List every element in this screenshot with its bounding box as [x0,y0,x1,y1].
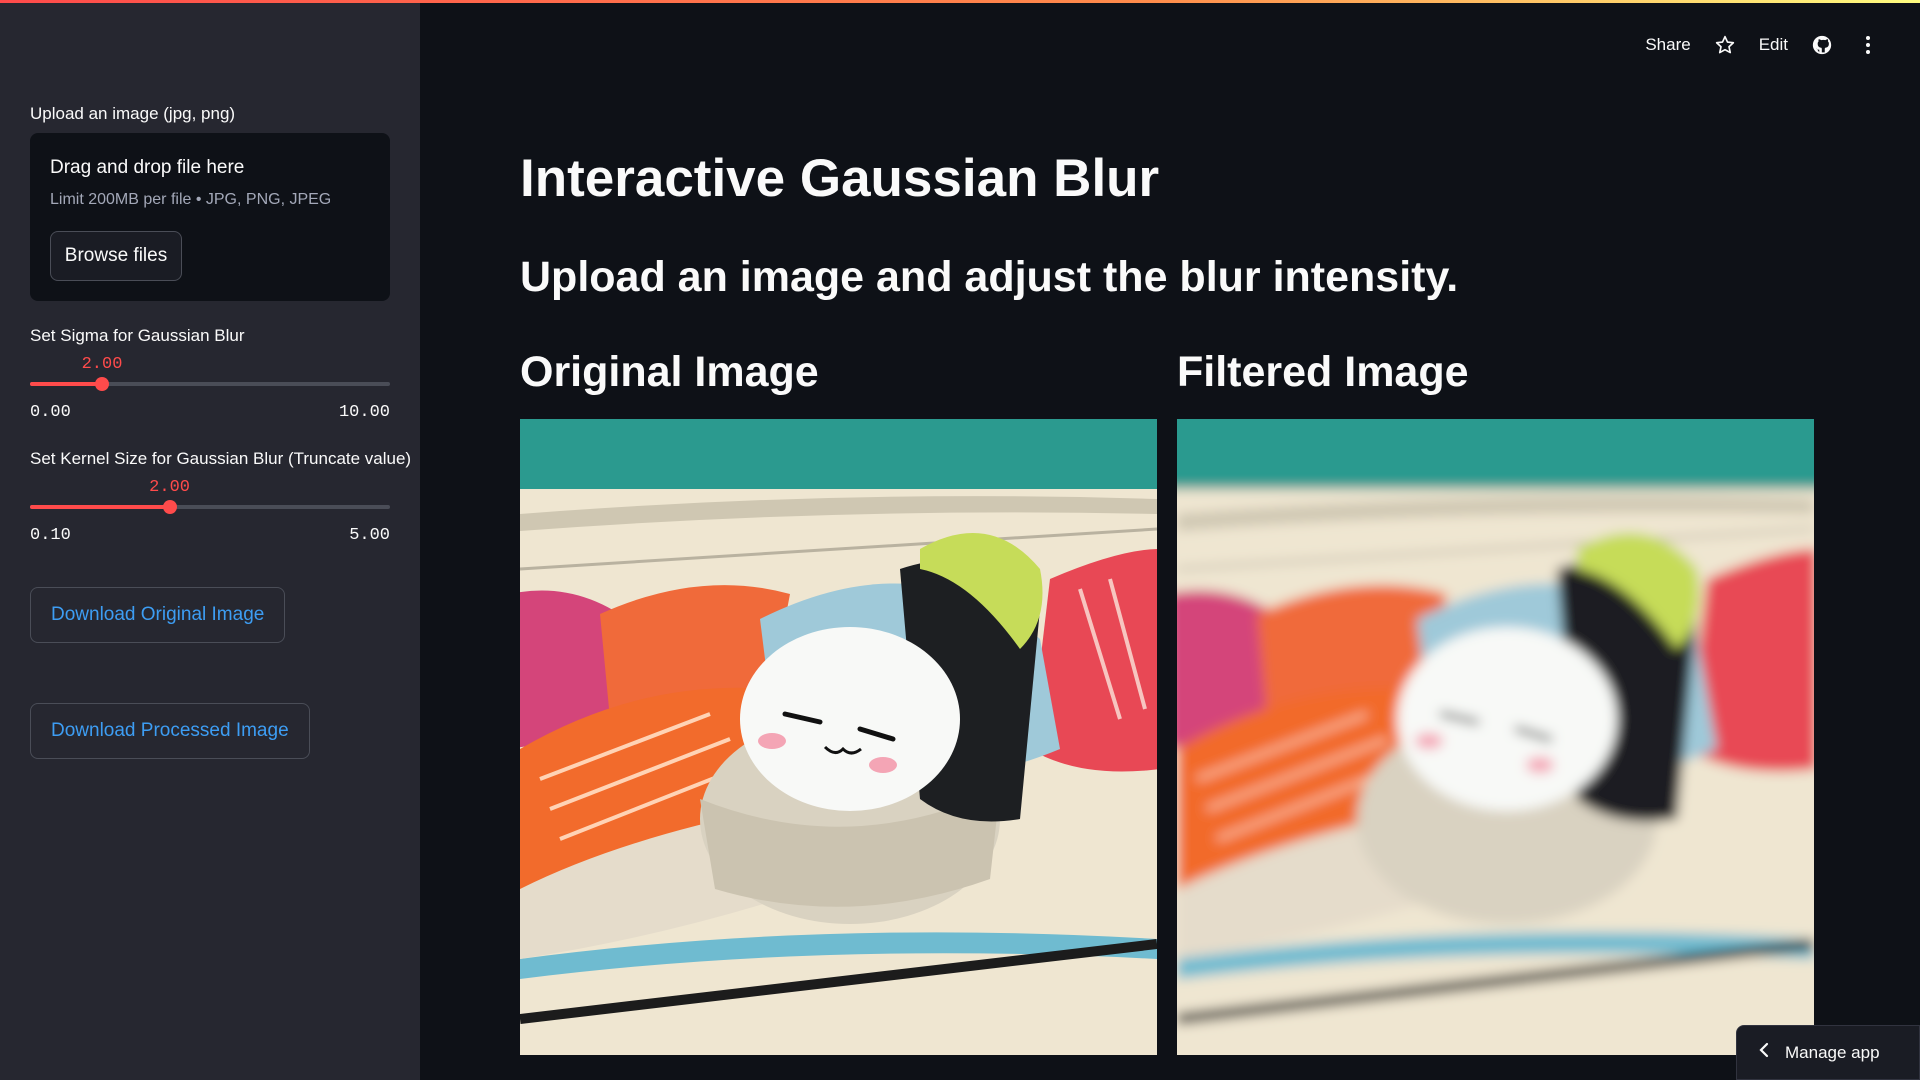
page-title: Interactive Gaussian Blur [520,149,1160,208]
edit-button[interactable]: Edit [1759,35,1788,55]
original-image [520,419,1157,1055]
slider-value: 2.00 [149,478,190,497]
slider-fill [30,382,102,386]
more-vertical-icon[interactable] [1856,33,1880,57]
slider-min: 0.10 [30,526,71,545]
chevron-left-icon [1759,1042,1769,1063]
upload-label: Upload an image (jpg, png) [30,104,236,123]
filtered-image-heading: Filtered Image [1177,348,1469,396]
slider-max: 10.00 [338,403,390,422]
github-icon[interactable] [1810,33,1834,57]
top-toolbar: Share Edit [1645,30,1880,60]
original-image-heading: Original Image [520,348,819,396]
slider-thumb[interactable] [95,377,109,391]
manage-app-label: Manage app [1785,1042,1880,1062]
download-original-button[interactable]: Download Original Image [30,587,286,643]
sigma-slider[interactable]: 2.00 0.00 10.00 [30,335,390,422]
slider-thumb[interactable] [162,500,177,514]
slider-min: 0.00 [30,403,71,422]
filtered-image [1177,419,1814,1055]
browse-files-button[interactable]: Browse files [50,231,182,281]
kernel-slider[interactable]: 2.00 0.10 5.00 [30,458,390,545]
file-dropzone[interactable]: Drag and drop file here Limit 200MB per … [30,133,390,301]
page-subheading: Upload an image and adjust the blur inte… [520,253,1459,301]
slider-value: 2.00 [81,355,123,374]
slider-max: 5.00 [349,526,390,545]
slider-fill [30,505,170,509]
dropzone-limit-text: Limit 200MB per file • JPG, PNG, JPEG [50,191,332,208]
share-button[interactable]: Share [1645,35,1690,55]
dropzone-title: Drag and drop file here [50,157,245,178]
top-decoration-bar [0,0,1920,3]
manage-app-button[interactable]: Manage app [1736,1025,1920,1080]
download-processed-button[interactable]: Download Processed Image [30,703,310,759]
sidebar: Upload an image (jpg, png) Drag and drop… [0,0,420,1080]
star-icon[interactable] [1713,33,1737,57]
